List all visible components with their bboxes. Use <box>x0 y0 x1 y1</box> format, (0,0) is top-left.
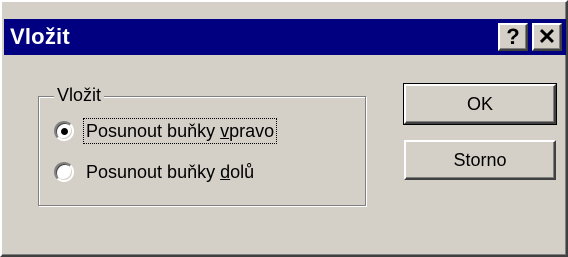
close-icon: ✕ <box>537 24 557 49</box>
help-button[interactable]: ? <box>498 23 528 51</box>
label-text: pravo <box>229 121 275 141</box>
hotkey-letter: v <box>220 121 230 141</box>
radio-button-shift-right[interactable] <box>54 121 74 141</box>
radio-shift-down[interactable]: Posunout buňky dolů <box>54 160 256 184</box>
label-text: Posunout buňky <box>86 162 221 182</box>
insert-groupbox <box>38 96 366 206</box>
window-title: Vložit <box>10 24 70 49</box>
cancel-button[interactable]: Storno <box>404 140 556 180</box>
groupbox-label: Vložit <box>54 85 105 105</box>
radio-button-shift-down[interactable] <box>54 162 74 182</box>
radio-shift-right[interactable]: Posunout buňky vpravo <box>54 118 278 144</box>
ok-button[interactable]: OK <box>403 83 557 125</box>
label-text: Posunout buňky <box>86 121 221 141</box>
label-text: olů <box>230 162 255 182</box>
title-bar[interactable]: Vložit ? ✕ <box>4 19 566 55</box>
hotkey-letter: d <box>220 162 231 182</box>
title-buttons: ? ✕ <box>498 23 562 51</box>
insert-dialog: Vložit ? ✕ Vložit Posunout buňky vpravo … <box>0 0 568 257</box>
help-icon: ? <box>506 24 520 49</box>
close-button[interactable]: ✕ <box>532 23 562 51</box>
radio-label-shift-right[interactable]: Posunout buňky vpravo <box>82 118 278 144</box>
radio-selected-dot <box>60 127 68 135</box>
radio-label-shift-down[interactable]: Posunout buňky dolů <box>84 160 256 184</box>
